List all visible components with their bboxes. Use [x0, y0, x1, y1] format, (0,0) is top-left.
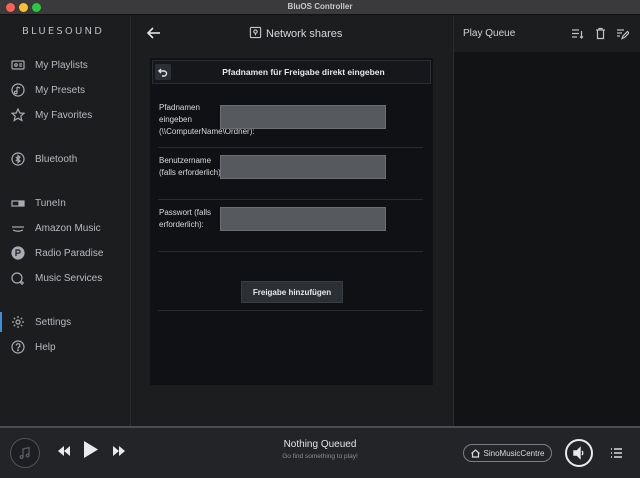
sidebar: BLUESOUND My Playlists My Presets My Fav… — [0, 16, 131, 426]
sidebar-item-label: My Presets — [35, 84, 86, 96]
now-playing-subtitle: Go find something to play! — [282, 453, 358, 460]
edit-queue-icon[interactable] — [616, 27, 630, 41]
sidebar-item-label: My Playlists — [35, 59, 88, 71]
play-button[interactable] — [84, 441, 98, 463]
panel-header: Pfadnamen für Freigabe direkt eingeben — [152, 60, 431, 84]
sidebar-item-label: Amazon Music — [35, 222, 101, 234]
undo-icon — [158, 68, 168, 77]
add-share-button[interactable]: Freigabe hinzufügen — [241, 281, 343, 303]
sidebar-item-label: Settings — [35, 316, 72, 328]
trash-icon[interactable] — [594, 27, 608, 41]
player-bar: Nothing Queued Go find something to play… — [0, 426, 640, 478]
sidebar-item-bluetooth[interactable]: Bluetooth — [0, 149, 131, 169]
music-services-icon — [10, 270, 26, 286]
queue-list — [454, 52, 640, 426]
sidebar-item-label: Radio Paradise — [35, 247, 104, 259]
panel-title: Pfadnamen für Freigabe direkt eingeben — [222, 67, 385, 77]
path-input[interactable] — [220, 105, 386, 129]
play-queue-panel: Play Queue — [453, 16, 640, 426]
path-row: Pfadnamen eingeben (\\ComputerName\Ordne… — [158, 102, 423, 148]
bluesound-logo: BLUESOUND — [22, 26, 105, 37]
username-label: Benutzername (falls erforderlich): — [159, 156, 224, 177]
next-button[interactable] — [112, 443, 125, 461]
device-name: SinoMusicCentre — [483, 448, 545, 458]
password-input[interactable] — [220, 207, 386, 231]
sidebar-item-amazon-music[interactable]: Amazon Music — [0, 218, 131, 238]
sidebar-item-tunein[interactable]: TuneIn — [0, 193, 131, 213]
sidebar-item-label: My Favorites — [35, 109, 93, 121]
album-art[interactable] — [10, 438, 40, 468]
sidebar-item-radio-paradise[interactable]: Radio Paradise — [0, 243, 131, 263]
star-icon — [10, 107, 26, 123]
sidebar-item-label: Music Services — [35, 272, 103, 284]
radio-paradise-icon — [10, 245, 26, 261]
network-share-icon — [249, 26, 266, 42]
gear-icon — [10, 314, 26, 330]
sidebar-item-settings[interactable]: Settings — [0, 312, 131, 332]
window-title: BluOS Controller — [287, 2, 353, 11]
sort-queue-icon[interactable] — [571, 27, 585, 41]
speaker-icon — [573, 446, 584, 460]
share-form-panel: Pfadnamen für Freigabe direkt eingeben P… — [150, 58, 433, 385]
playlist-icon — [10, 57, 26, 73]
sidebar-item-my-favorites[interactable]: My Favorites — [0, 105, 131, 125]
now-playing-title: Nothing Queued — [283, 439, 357, 450]
queue-title: Play Queue — [463, 28, 516, 39]
tunein-icon — [10, 195, 26, 211]
main-content: Network shares Pfadnamen für Freigabe di… — [132, 16, 452, 426]
sidebar-item-my-playlists[interactable]: My Playlists — [0, 55, 131, 75]
amazon-music-icon — [10, 220, 26, 236]
player-select-button[interactable]: SinoMusicCentre — [463, 444, 552, 462]
home-icon — [470, 448, 480, 458]
divider — [158, 310, 423, 311]
sidebar-item-label: Bluetooth — [35, 153, 78, 165]
username-input[interactable] — [220, 155, 386, 179]
sidebar-item-label: TuneIn — [35, 197, 66, 209]
undo-button[interactable] — [155, 64, 171, 80]
password-label: Passwort (falls erforderlich): — [159, 208, 212, 229]
title-bar: BluOS Controller — [0, 0, 640, 15]
help-icon — [10, 339, 26, 355]
volume-button[interactable] — [565, 439, 593, 467]
sidebar-item-help[interactable]: Help — [0, 337, 131, 357]
sidebar-item-music-services[interactable]: Music Services — [0, 268, 131, 288]
music-note-icon — [19, 446, 30, 460]
sidebar-item-label: Help — [35, 341, 56, 353]
password-row: Passwort (falls erforderlich): — [158, 207, 423, 252]
preset-icon — [10, 82, 26, 98]
page-title-text: Network shares — [266, 28, 343, 40]
sidebar-item-my-presets[interactable]: My Presets — [0, 80, 131, 100]
previous-button[interactable] — [58, 443, 71, 461]
path-label: Pfadnamen eingeben (\\ComputerName\Ordne… — [159, 103, 255, 136]
menu-button[interactable] — [610, 446, 623, 464]
list-icon — [611, 448, 622, 458]
back-arrow-icon[interactable] — [146, 25, 164, 43]
page-title: Network shares — [249, 26, 342, 42]
username-row: Benutzername (falls erforderlich): — [158, 155, 423, 200]
bluetooth-icon — [10, 151, 26, 167]
